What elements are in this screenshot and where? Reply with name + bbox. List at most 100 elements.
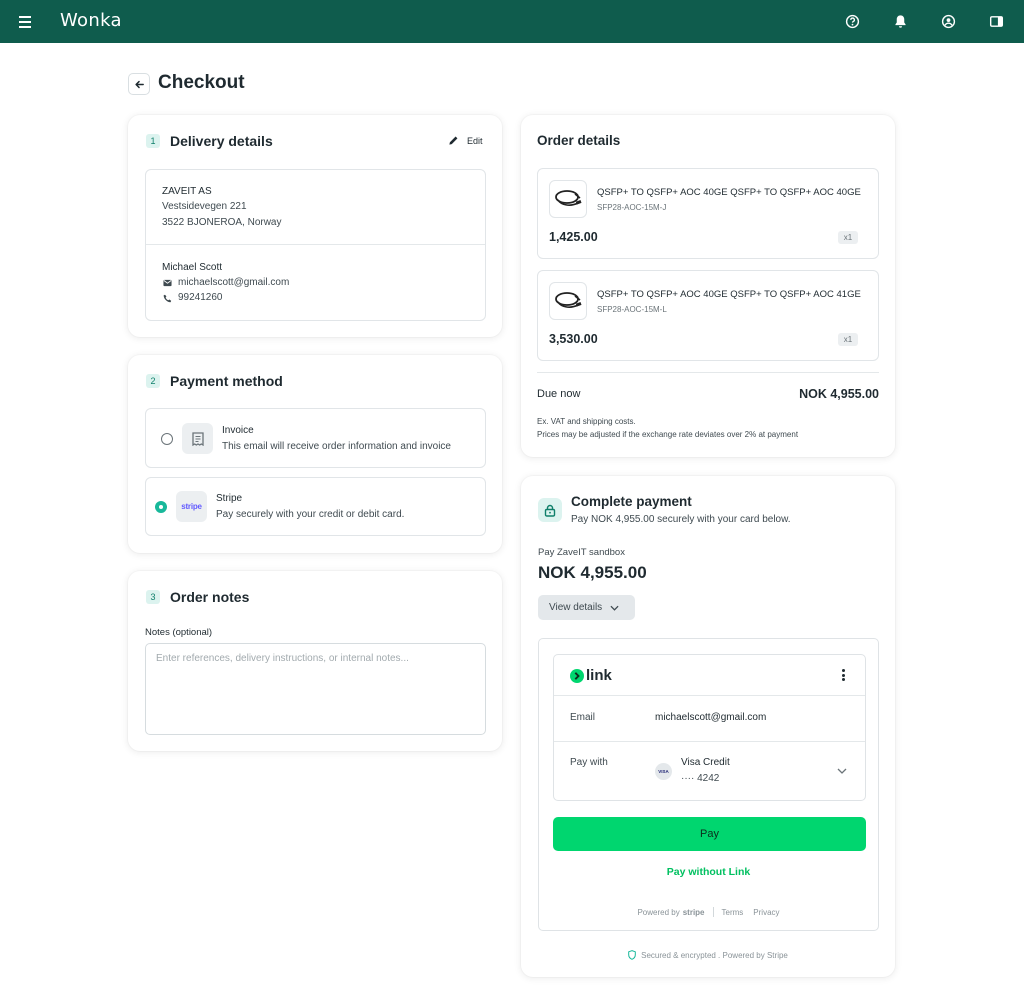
back-button[interactable] [128,73,150,95]
cable-icon [555,292,582,308]
due-now-amount: NOK 4,955.00 [799,387,879,401]
email-icon [163,279,172,287]
order-notes-title: Order notes [170,589,250,605]
account-icon[interactable] [941,14,956,29]
divider [554,741,865,742]
complete-payment-subtitle: Pay NOK 4,955.00 securely with your card… [571,514,791,525]
edit-button[interactable]: Edit [448,135,483,146]
due-now-label: Due now [537,388,581,400]
contact-email: michaelscott@gmail.com [178,277,290,288]
contact-name: Michael Scott [162,262,223,273]
complete-payment-title: Complete payment [571,494,692,509]
contact-phone: 99241260 [178,292,223,303]
step-badge: 3 [146,590,160,604]
card-name: Visa Credit [681,757,730,768]
secured-footer: Secured & encrypted . Powered by Stripe [521,950,895,960]
stripe-logo-box: stripe [176,491,207,522]
street-address: Vestsidevegen 221 [162,201,247,212]
payment-option-invoice[interactable]: Invoice This email will receive order in… [145,408,486,468]
product-thumbnail [549,282,587,320]
link-logo-text: link [586,667,612,684]
pay-button[interactable]: Pay [553,817,866,851]
view-details-button[interactable]: View details [538,595,635,620]
payment-method-card: 2 Payment method Invoice This email will… [128,355,502,553]
divider [146,244,485,245]
order-item: QSFP+ TO QSFP+ AOC 40GE QSFP+ TO QSFP+ A… [537,168,879,259]
link-logo: link [570,667,612,684]
payment-method-title: Payment method [170,373,283,389]
bell-icon[interactable] [893,14,908,29]
product-thumbnail [549,180,587,218]
vat-note: Ex. VAT and shipping costs. [537,417,636,426]
pencil-icon [449,136,458,145]
product-name: QSFP+ TO QSFP+ AOC 40GE QSFP+ TO QSFP+ A… [597,289,861,300]
postal-address: 3522 BJONEROA, Norway [162,217,282,228]
stripe-wordmark: stripe [682,907,705,917]
order-details-card: Order details QSFP+ TO QSFP+ AOC 40GE QS… [521,115,895,457]
side-panel-icon[interactable] [989,14,1004,29]
divider [537,372,879,373]
view-details-label: View details [549,602,603,613]
step-badge: 2 [146,374,160,388]
stripe-logo: stripe [181,502,202,511]
order-item: QSFP+ TO QSFP+ AOC 40GE QSFP+ TO QSFP+ A… [537,270,879,361]
step-badge: 1 [146,134,160,148]
arrow-left-icon [134,80,144,88]
exchange-rate-note: Prices may be adjusted if the exchange r… [537,430,799,439]
visa-icon: VISA [655,763,672,780]
terms-link[interactable]: Terms [722,908,744,917]
edit-label: Edit [467,135,483,146]
order-details-title: Order details [537,133,621,148]
email-value: michaelscott@gmail.com [655,712,767,723]
notes-label: Notes (optional) [145,627,213,638]
secured-text: Secured & encrypted . Powered by Stripe [641,950,788,960]
stripe-payment-frame: link Email michaelscott@gmail.com Pay wi… [538,638,879,931]
help-icon[interactable] [845,14,860,29]
shield-icon [628,950,636,960]
order-notes-card: 3 Order notes Notes (optional) [128,571,502,751]
quantity-badge: x1 [838,333,858,346]
product-name: QSFP+ TO QSFP+ AOC 40GE QSFP+ TO QSFP+ A… [597,187,861,198]
divider [554,695,865,696]
lock-icon [544,504,556,517]
payment-option-stripe[interactable]: stripe Stripe Pay securely with your cre… [145,477,486,536]
payment-amount: NOK 4,955.00 [538,563,647,582]
menu-icon[interactable] [19,14,35,28]
product-price: 1,425.00 [549,230,598,244]
app-title: Wonka [60,10,122,31]
complete-payment-card: Complete payment Pay NOK 4,955.00 secure… [521,476,895,977]
cable-icon [555,190,582,206]
chevron-down-icon[interactable] [837,768,847,774]
pay-without-link-button[interactable]: Pay without Link [539,866,878,878]
powered-by-label: Powered by [637,907,680,917]
delivery-details-title: Delivery details [170,133,273,149]
invoice-radio[interactable] [161,433,173,445]
stripe-label: Stripe [216,493,243,504]
invoice-label: Invoice [222,425,254,436]
product-price: 3,530.00 [549,332,598,346]
stripe-radio[interactable] [155,501,167,513]
product-sku: SFP28-AOC-15M-J [597,203,667,212]
card-last4: ···· 4242 [681,773,720,784]
quantity-badge: x1 [838,231,858,244]
product-sku: SFP28-AOC-15M-L [597,305,667,314]
page-title: Checkout [158,72,245,93]
top-bar: Wonka [0,0,1024,43]
link-logo-icon [570,668,584,683]
chevron-down-icon [610,605,619,611]
link-panel: link Email michaelscott@gmail.com Pay wi… [553,654,866,801]
invoice-description: This email will receive order informatio… [222,441,451,452]
pay-with-label: Pay with [570,757,608,768]
receipt-icon [191,431,204,446]
address-box: ZAVEIT AS Vestsidevegen 221 3522 BJONERO… [145,169,486,321]
notes-textarea[interactable] [145,643,486,735]
pay-button-label: Pay [700,828,719,840]
privacy-link[interactable]: Privacy [753,908,779,917]
merchant-name: Pay ZaveIT sandbox [538,547,625,558]
invoice-icon-box [182,423,213,454]
stripe-footer: Powered by stripe Terms Privacy [539,907,878,917]
email-label: Email [570,712,596,723]
delivery-details-card: 1 Delivery details Edit ZAVEIT AS Vestsi… [128,115,502,337]
company-name: ZAVEIT AS [162,186,212,197]
more-options-icon[interactable] [842,669,846,681]
